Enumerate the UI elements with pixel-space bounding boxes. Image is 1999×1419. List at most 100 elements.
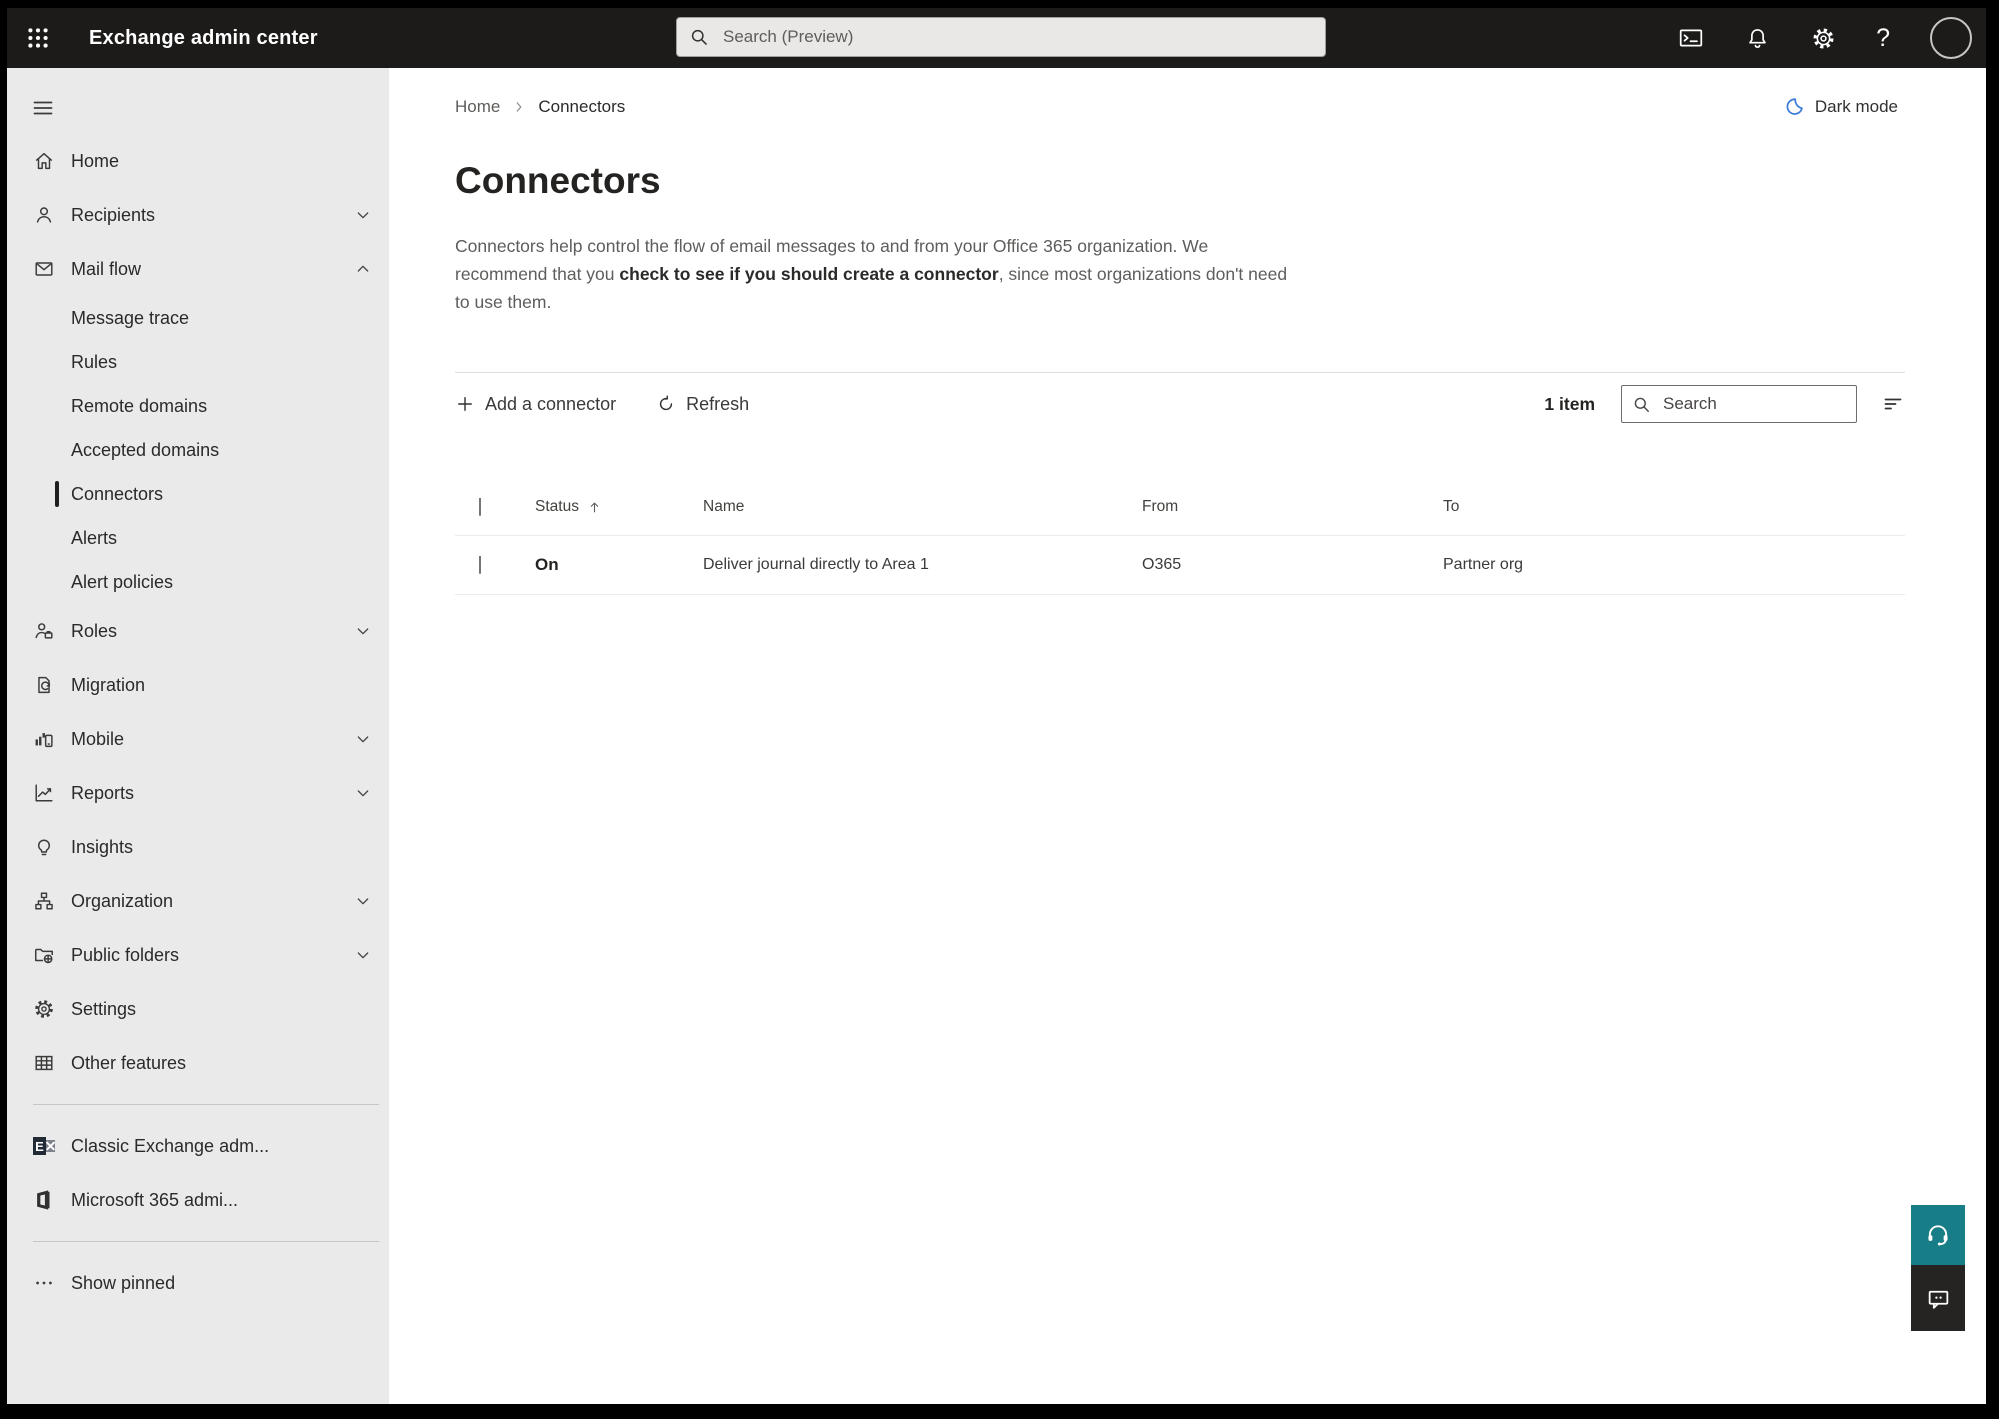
sidebar-nav: Home Recipients Mail flow Message trace …	[7, 68, 389, 1404]
refresh-button[interactable]: Refresh	[656, 394, 749, 415]
gear-icon	[1813, 28, 1834, 48]
chevron-up-icon	[355, 261, 371, 277]
headset-icon	[1928, 1225, 1948, 1246]
folder-globe-icon	[33, 944, 55, 966]
chevron-down-icon	[355, 785, 371, 801]
sidebar-item-message-trace[interactable]: Message trace	[7, 296, 389, 340]
column-header-to[interactable]: To	[1443, 498, 1905, 516]
connector-name-link[interactable]: Deliver journal directly to Area 1	[703, 556, 929, 573]
breadcrumb: Home Connectors Dark mode	[455, 96, 1898, 118]
sidebar-item-label: Message trace	[71, 307, 190, 328]
refresh-label: Refresh	[686, 393, 750, 414]
description-emphasis: check to see if you should create a conn…	[619, 264, 999, 284]
sidebar-item-classic-exchange-admin[interactable]: E Classic Exchange adm...	[7, 1119, 389, 1173]
sidebar-item-alerts[interactable]: Alerts	[7, 516, 389, 560]
lightbulb-icon	[33, 836, 55, 858]
sidebar-item-label: Alerts	[71, 527, 118, 548]
table-grid-icon	[33, 1052, 55, 1074]
table-header-row: Status Name From To	[455, 479, 1905, 536]
sidebar-item-insights[interactable]: Insights	[7, 820, 389, 874]
sidebar-item-rules[interactable]: Rules	[7, 340, 389, 384]
sidebar-item-public-folders[interactable]: Public folders	[7, 928, 389, 982]
select-all-checkbox[interactable]	[479, 498, 481, 516]
page-title: Connectors	[455, 160, 661, 201]
sidebar-item-label: Microsoft 365 admi...	[71, 1189, 239, 1210]
column-label: Name	[703, 498, 745, 515]
sidebar-item-label: Reports	[71, 782, 135, 803]
chevron-down-icon	[355, 623, 371, 639]
sidebar-item-mobile[interactable]: Mobile	[7, 712, 389, 766]
sort-ascending-icon	[587, 500, 602, 515]
microsoft-365-logo	[33, 1189, 55, 1211]
sidebar-item-show-pinned[interactable]: Show pinned	[7, 1256, 389, 1310]
filter-button[interactable]	[1881, 392, 1905, 416]
sidebar-item-label: Public folders	[71, 944, 180, 965]
sidebar-item-other-features[interactable]: Other features	[7, 1036, 389, 1090]
sidebar-item-remote-domains[interactable]: Remote domains	[7, 384, 389, 428]
item-count: 1 item	[1544, 393, 1595, 414]
connector-status: On	[535, 555, 559, 574]
notifications-button[interactable]	[1744, 25, 1770, 51]
help-button[interactable]: ?	[1876, 25, 1890, 51]
global-search-input[interactable]	[721, 26, 1313, 48]
mail-icon	[33, 258, 55, 280]
chevron-down-icon	[355, 207, 371, 223]
sidebar-item-label: Rules	[71, 351, 118, 372]
column-header-from[interactable]: From	[1142, 498, 1443, 516]
hamburger-icon	[33, 101, 53, 115]
home-icon	[33, 150, 55, 172]
sidebar-item-label: Classic Exchange adm...	[71, 1135, 270, 1156]
person-icon	[33, 204, 55, 226]
account-avatar[interactable]	[1930, 17, 1972, 59]
sidebar-item-microsoft-365-admin[interactable]: Microsoft 365 admi...	[7, 1173, 389, 1227]
sidebar-item-home[interactable]: Home	[7, 134, 389, 188]
connectors-table: Status Name From To On Deliver journal d…	[455, 479, 1905, 595]
sidebar-item-label: Organization	[71, 890, 174, 911]
list-toolbar: Add a connector Refresh 1 item	[455, 372, 1905, 435]
column-header-status[interactable]: Status	[535, 498, 703, 516]
row-checkbox[interactable]	[479, 556, 481, 574]
sidebar-item-mail-flow[interactable]: Mail flow	[7, 242, 389, 296]
support-button[interactable]	[1911, 1205, 1965, 1265]
table-row[interactable]: On Deliver journal directly to Area 1 O3…	[455, 536, 1905, 595]
list-search-box[interactable]	[1621, 385, 1857, 423]
breadcrumb-current: Connectors	[538, 97, 626, 116]
sidebar-item-alert-policies[interactable]: Alert policies	[7, 560, 389, 604]
sidebar-item-accepted-domains[interactable]: Accepted domains	[7, 428, 389, 472]
breadcrumb-home-link[interactable]: Home	[455, 97, 500, 117]
sidebar-item-reports[interactable]: Reports	[7, 766, 389, 820]
sidebar-item-connectors[interactable]: Connectors	[7, 472, 389, 516]
list-search-input[interactable]	[1661, 393, 1846, 415]
feedback-button[interactable]	[1911, 1265, 1965, 1331]
connector-from: O365	[1142, 556, 1182, 573]
column-label: From	[1142, 498, 1179, 515]
global-search-box[interactable]	[676, 17, 1326, 57]
dark-mode-toggle[interactable]: Dark mode	[1783, 96, 1898, 118]
connector-to: Partner org	[1443, 556, 1524, 573]
column-header-name[interactable]: Name	[703, 498, 1142, 516]
chevron-down-icon	[355, 893, 371, 909]
app-launcher-button[interactable]	[7, 8, 69, 68]
app-topbar: Exchange admin center Search (Preview) ?	[7, 8, 1986, 68]
add-connector-label: Add a connector	[485, 393, 617, 414]
settings-button[interactable]	[1810, 25, 1836, 51]
sidebar-item-label: Mobile	[71, 728, 125, 749]
document-sync-icon	[33, 674, 55, 696]
nav-collapse-button[interactable]	[7, 82, 389, 134]
sidebar-item-roles[interactable]: Roles	[7, 604, 389, 658]
sidebar-item-settings[interactable]: Settings	[7, 982, 389, 1036]
sidebar-item-label: Alert policies	[71, 571, 174, 592]
ellipsis-icon	[33, 1272, 55, 1294]
sidebar-item-label: Remote domains	[71, 395, 208, 416]
sidebar-item-organization[interactable]: Organization	[7, 874, 389, 928]
chat-bubble-icon	[1928, 1290, 1948, 1309]
sidebar-item-migration[interactable]: Migration	[7, 658, 389, 712]
line-chart-icon	[33, 782, 55, 804]
search-icon	[691, 29, 707, 45]
mobile-chart-icon	[33, 728, 55, 750]
add-connector-button[interactable]: Add a connector	[455, 394, 616, 415]
cloud-shell-button[interactable]	[1678, 25, 1704, 51]
sidebar-item-recipients[interactable]: Recipients	[7, 188, 389, 242]
app-launcher-icon	[28, 28, 48, 48]
sidebar-item-label: Migration	[71, 674, 146, 695]
